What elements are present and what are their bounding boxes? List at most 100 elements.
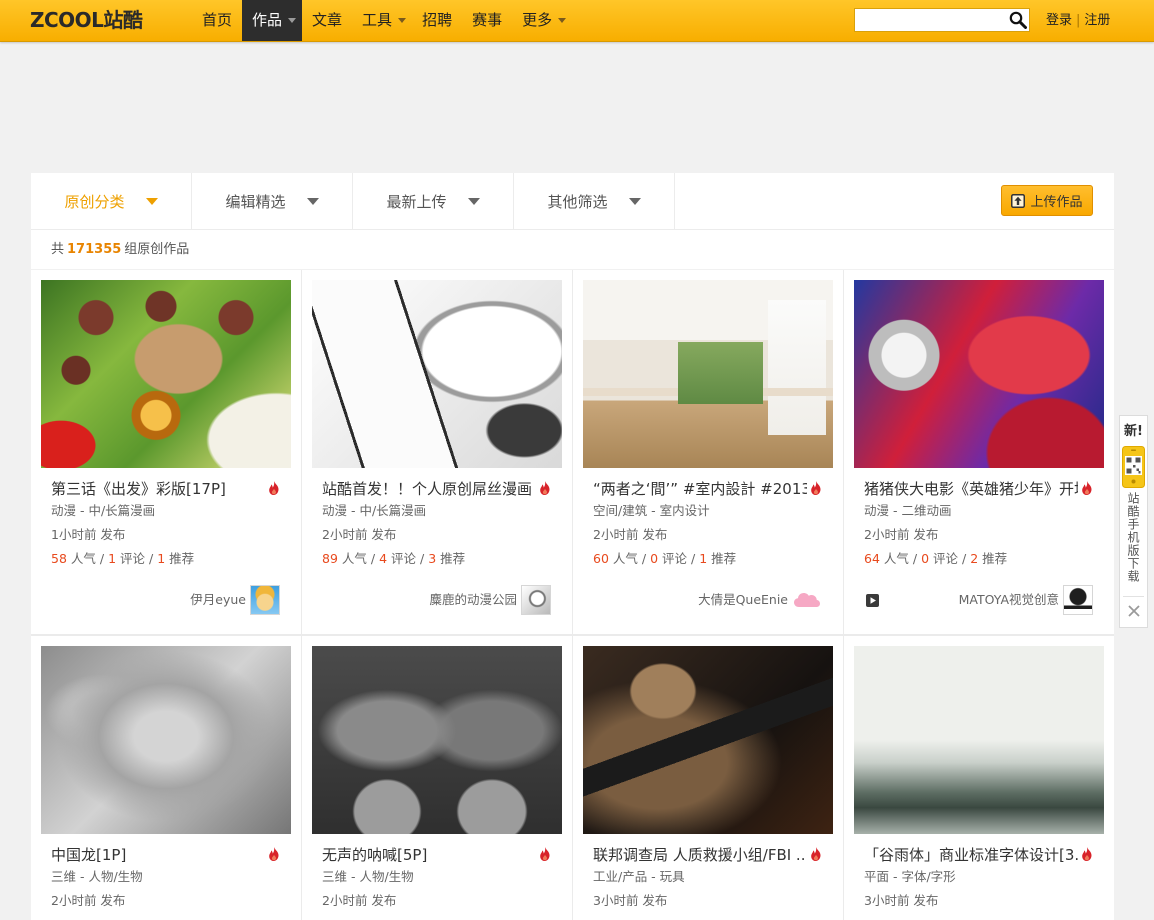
work-category[interactable]: 三维 - 人物/生物 bbox=[51, 868, 281, 886]
comments-label: 评论 bbox=[120, 551, 146, 566]
mobile-app-download-link[interactable]: 站酷手机版下载 bbox=[1126, 492, 1140, 583]
nav-item-more[interactable]: 更多 bbox=[512, 0, 572, 41]
views-label: 人气 bbox=[341, 551, 367, 566]
author-name[interactable]: 伊月eyue bbox=[190, 591, 246, 609]
nav-item-contests[interactable]: 赛事 bbox=[462, 0, 512, 41]
author-name[interactable]: MATOYA视觉创意 bbox=[959, 591, 1059, 609]
stats-separator: / bbox=[99, 551, 105, 566]
views-count: 89 bbox=[322, 551, 338, 566]
work-thumbnail[interactable] bbox=[854, 280, 1104, 468]
work-card[interactable]: 「谷雨体」商业标准字体设计[3... 平面 - 字体/字形 3小时前 发布 bbox=[844, 636, 1114, 920]
work-thumbnail[interactable] bbox=[41, 280, 291, 468]
flame-icon bbox=[811, 847, 821, 861]
work-title[interactable]: 中国龙[1P] bbox=[51, 845, 265, 865]
views-label: 人气 bbox=[612, 551, 638, 566]
count-suffix: 组原创作品 bbox=[124, 242, 190, 257]
work-thumbnail[interactable] bbox=[583, 280, 833, 468]
work-category[interactable]: 动漫 - 中/长篇漫画 bbox=[51, 502, 281, 520]
work-title[interactable]: 无声的呐喊[5P] bbox=[322, 845, 536, 865]
recommends-count: 1 bbox=[157, 551, 166, 566]
nav-item-home[interactable]: 首页 bbox=[192, 0, 242, 41]
register-link[interactable]: 注册 bbox=[1084, 13, 1110, 28]
filter-original-category[interactable]: 原创分类 bbox=[31, 173, 192, 229]
mobile-app-widget: 新! 站酷手机版下载 bbox=[1119, 415, 1148, 628]
work-title[interactable]: 第三话《出发》彩版[17P] bbox=[51, 479, 265, 499]
work-thumbnail[interactable] bbox=[854, 646, 1104, 834]
flame-icon bbox=[540, 847, 550, 861]
work-title[interactable]: “两者之‘間’” #室内設計 #2013. bbox=[593, 479, 807, 499]
work-card[interactable]: 猪猪侠大电影《英雄猪少年》开场 动漫 - 二维动画 2小时前 发布 64 人气 … bbox=[844, 270, 1114, 634]
upload-label: 上传作品 bbox=[1030, 195, 1083, 210]
work-time: 1小时前 发布 bbox=[51, 527, 126, 542]
qr-phone-icon[interactable] bbox=[1122, 446, 1145, 488]
filter-latest-upload[interactable]: 最新上传 bbox=[353, 173, 514, 229]
zcool-logo[interactable]: ZCOOL站酷 bbox=[30, 7, 143, 33]
work-thumbnail[interactable] bbox=[41, 646, 291, 834]
author-avatar[interactable] bbox=[250, 585, 280, 615]
flame-icon bbox=[1082, 481, 1092, 495]
work-card[interactable]: 中国龙[1P] 三维 - 人物/生物 2小时前 发布 bbox=[31, 636, 301, 920]
work-thumbnail[interactable] bbox=[312, 646, 562, 834]
work-time: 2小时前 发布 bbox=[593, 527, 668, 542]
nav-label: 赛事 bbox=[472, 11, 503, 29]
work-time: 3小时前 发布 bbox=[593, 893, 668, 908]
chevron-down-icon bbox=[306, 197, 319, 205]
work-category[interactable]: 动漫 - 中/长篇漫画 bbox=[322, 502, 552, 520]
work-thumbnail[interactable] bbox=[583, 646, 833, 834]
work-category[interactable]: 空间/建筑 - 室内设计 bbox=[593, 502, 823, 520]
work-thumbnail[interactable] bbox=[312, 280, 562, 468]
play-icon[interactable] bbox=[866, 594, 879, 607]
recommends-count: 2 bbox=[970, 551, 979, 566]
work-category[interactable]: 平面 - 字体/字形 bbox=[864, 868, 1094, 886]
work-card[interactable]: 站酷首发！！个人原创屌丝漫画《 动漫 - 中/长篇漫画 2小时前 发布 89 人… bbox=[302, 270, 572, 634]
search-icon[interactable] bbox=[1009, 11, 1027, 29]
work-card[interactable]: 第三话《出发》彩版[17P] 动漫 - 中/长篇漫画 1小时前 发布 58 人气… bbox=[31, 270, 301, 634]
main-nav: 首页 作品 文章 工具 招聘 赛事 更多 bbox=[192, 0, 572, 41]
nav-item-articles[interactable]: 文章 bbox=[302, 0, 352, 41]
filter-editor-picks[interactable]: 编辑精选 bbox=[192, 173, 353, 229]
upload-work-button[interactable]: 上传作品 bbox=[1001, 185, 1093, 216]
top-navigation-bar: ZCOOL站酷 首页 作品 文章 工具 招聘 赛事 更多 登录 | 注册 bbox=[0, 0, 1154, 42]
recommends-label: 推荐 bbox=[982, 551, 1008, 566]
chevron-down-icon bbox=[288, 18, 297, 23]
comments-count: 1 bbox=[108, 551, 117, 566]
work-category[interactable]: 工业/产品 - 玩具 bbox=[593, 868, 823, 886]
work-category[interactable]: 三维 - 人物/生物 bbox=[322, 868, 552, 886]
filter-label: 最新上传 bbox=[386, 192, 447, 211]
recommends-label: 推荐 bbox=[711, 551, 737, 566]
login-link[interactable]: 登录 bbox=[1046, 13, 1072, 28]
nav-label: 首页 bbox=[202, 11, 233, 29]
comments-count: 0 bbox=[650, 551, 659, 566]
comments-label: 评论 bbox=[933, 551, 959, 566]
stats-separator: / bbox=[641, 551, 647, 566]
author-avatar[interactable] bbox=[792, 585, 822, 615]
chevron-down-icon bbox=[467, 197, 480, 205]
upload-icon bbox=[1011, 193, 1026, 208]
filter-other[interactable]: 其他筛选 bbox=[514, 173, 675, 229]
author-name[interactable]: 大倩是QueEnie bbox=[698, 591, 788, 609]
nav-item-tools[interactable]: 工具 bbox=[352, 0, 412, 41]
work-title[interactable]: 「谷雨体」商业标准字体设计[3... bbox=[864, 845, 1078, 865]
views-label: 人气 bbox=[883, 551, 909, 566]
work-title[interactable]: 联邦调查局 人质救援小组/FBI ... bbox=[593, 845, 807, 865]
recommends-count: 1 bbox=[699, 551, 708, 566]
author-name[interactable]: 麋鹿的动漫公园 bbox=[429, 591, 517, 609]
nav-label: 更多 bbox=[522, 11, 553, 29]
flame-icon bbox=[1082, 847, 1092, 861]
work-card[interactable]: “两者之‘間’” #室内設計 #2013. 空间/建筑 - 室内设计 2小时前 … bbox=[573, 270, 843, 634]
recommends-label: 推荐 bbox=[169, 551, 195, 566]
work-title[interactable]: 猪猪侠大电影《英雄猪少年》开场 bbox=[864, 479, 1078, 499]
search-input[interactable] bbox=[855, 9, 1017, 31]
close-icon[interactable] bbox=[1127, 604, 1141, 618]
work-card[interactable]: 联邦调查局 人质救援小组/FBI ... 工业/产品 - 玩具 3小时前 发布 bbox=[573, 636, 843, 920]
recommends-label: 推荐 bbox=[440, 551, 466, 566]
author-avatar[interactable] bbox=[521, 585, 551, 615]
chevron-down-icon bbox=[398, 18, 407, 23]
work-time: 2小时前 发布 bbox=[322, 527, 397, 542]
author-avatar[interactable] bbox=[1063, 585, 1093, 615]
nav-item-jobs[interactable]: 招聘 bbox=[412, 0, 462, 41]
work-category[interactable]: 动漫 - 二维动画 bbox=[864, 502, 1094, 520]
work-card[interactable]: 无声的呐喊[5P] 三维 - 人物/生物 2小时前 发布 bbox=[302, 636, 572, 920]
nav-item-works[interactable]: 作品 bbox=[242, 0, 303, 41]
work-title[interactable]: 站酷首发！！个人原创屌丝漫画《 bbox=[322, 479, 536, 499]
